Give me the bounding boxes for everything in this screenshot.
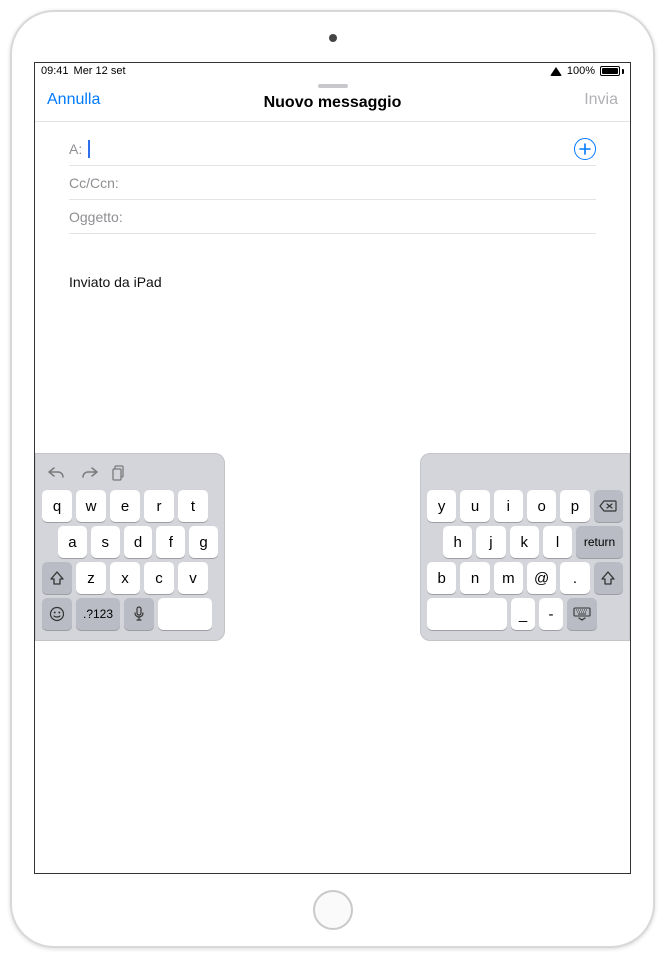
shift-icon [50, 571, 64, 585]
status-bar: 09:41 Mer 12 set 100% [35, 63, 630, 79]
return-key[interactable]: return [576, 526, 623, 558]
kb-left-row3: z x c v [42, 562, 218, 594]
ipad-device-frame: 09:41 Mer 12 set 100% Annulla Nuovo mess… [10, 10, 655, 948]
key-x[interactable]: x [110, 562, 140, 594]
key-y[interactable]: y [427, 490, 456, 522]
key-period[interactable]: . [560, 562, 589, 594]
plus-icon [579, 143, 591, 155]
key-z[interactable]: z [76, 562, 106, 594]
key-s[interactable]: s [91, 526, 120, 558]
kb-right-row4: _ - [427, 598, 623, 630]
cancel-button[interactable]: Annulla [47, 91, 100, 109]
microphone-icon [133, 606, 145, 622]
send-button[interactable]: Invia [584, 91, 618, 109]
keyboard-right-half: y u i o p h j k l return b [420, 453, 630, 641]
keyboard-left-half: q w e r t a s d f g z [35, 453, 225, 641]
space-key-left[interactable] [158, 598, 212, 630]
key-f[interactable]: f [156, 526, 185, 558]
kb-left-row4: .?123 [42, 598, 218, 630]
key-g[interactable]: g [189, 526, 218, 558]
key-e[interactable]: e [110, 490, 140, 522]
cc-bcc-label: Cc/Ccn: [69, 175, 119, 191]
subject-label: Oggetto: [69, 209, 123, 225]
wifi-icon [550, 67, 562, 76]
key-l[interactable]: l [543, 526, 572, 558]
shift-key-right[interactable] [594, 562, 623, 594]
key-k[interactable]: k [510, 526, 539, 558]
key-d[interactable]: d [124, 526, 153, 558]
keyboard-toolbar-right [427, 460, 623, 486]
compose-header: Annulla Nuovo messaggio Invia [35, 79, 630, 121]
key-o[interactable]: o [527, 490, 556, 522]
key-t[interactable]: t [178, 490, 208, 522]
camera-dot [329, 34, 337, 42]
kb-right-row3: b n m @ . [427, 562, 623, 594]
screen: 09:41 Mer 12 set 100% Annulla Nuovo mess… [34, 62, 631, 874]
battery-percent: 100% [567, 65, 595, 77]
kb-left-row1: q w e r t [42, 490, 218, 522]
key-underscore[interactable]: _ [511, 598, 535, 630]
battery-icon [600, 66, 624, 76]
key-i[interactable]: i [494, 490, 523, 522]
key-n[interactable]: n [460, 562, 489, 594]
home-button[interactable] [313, 890, 353, 930]
cc-bcc-row[interactable]: Cc/Ccn: [69, 166, 596, 200]
compose-fields: A: Cc/Ccn: Oggetto: [35, 122, 630, 234]
to-row[interactable]: A: [69, 132, 596, 166]
kb-left-row2: a s d f g [42, 526, 218, 558]
undo-icon[interactable] [48, 466, 66, 480]
key-q[interactable]: q [42, 490, 72, 522]
backspace-key[interactable] [594, 490, 623, 522]
key-h[interactable]: h [443, 526, 472, 558]
key-p[interactable]: p [560, 490, 589, 522]
dictation-key[interactable] [124, 598, 154, 630]
key-w[interactable]: w [76, 490, 106, 522]
clipboard-icon[interactable] [112, 465, 126, 481]
key-j[interactable]: j [476, 526, 505, 558]
key-r[interactable]: r [144, 490, 174, 522]
key-a[interactable]: a [58, 526, 87, 558]
message-body[interactable]: Inviato da iPad [35, 234, 630, 290]
backspace-icon [599, 499, 617, 513]
subject-row[interactable]: Oggetto: [69, 200, 596, 234]
space-key-right[interactable] [427, 598, 507, 630]
to-label: A: [69, 141, 82, 157]
sheet-grabber[interactable] [318, 84, 348, 88]
keyboard-toolbar [42, 460, 218, 486]
keyboard-dismiss-icon [573, 607, 591, 621]
signature-text: Inviato da iPad [69, 274, 162, 290]
key-c[interactable]: c [144, 562, 174, 594]
cc-bcc-input[interactable] [125, 175, 596, 191]
key-hyphen[interactable]: - [539, 598, 563, 630]
emoji-icon [49, 606, 65, 622]
key-m[interactable]: m [494, 562, 523, 594]
kb-right-row2: h j k l return [427, 526, 623, 558]
redo-icon[interactable] [80, 466, 98, 480]
compose-title: Nuovo messaggio [264, 94, 402, 112]
status-time: 09:41 [41, 65, 69, 77]
to-input[interactable] [90, 141, 566, 157]
split-keyboard: q w e r t a s d f g z [35, 453, 630, 653]
status-date: Mer 12 set [74, 65, 126, 77]
add-contact-button[interactable] [574, 138, 596, 160]
key-at[interactable]: @ [527, 562, 556, 594]
emoji-key[interactable] [42, 598, 72, 630]
dismiss-keyboard-key[interactable] [567, 598, 597, 630]
shift-icon [601, 571, 615, 585]
key-u[interactable]: u [460, 490, 489, 522]
subject-input[interactable] [129, 209, 596, 225]
numbers-key[interactable]: .?123 [76, 598, 120, 630]
shift-key-left[interactable] [42, 562, 72, 594]
key-b[interactable]: b [427, 562, 456, 594]
key-v[interactable]: v [178, 562, 208, 594]
kb-right-row1: y u i o p [427, 490, 623, 522]
